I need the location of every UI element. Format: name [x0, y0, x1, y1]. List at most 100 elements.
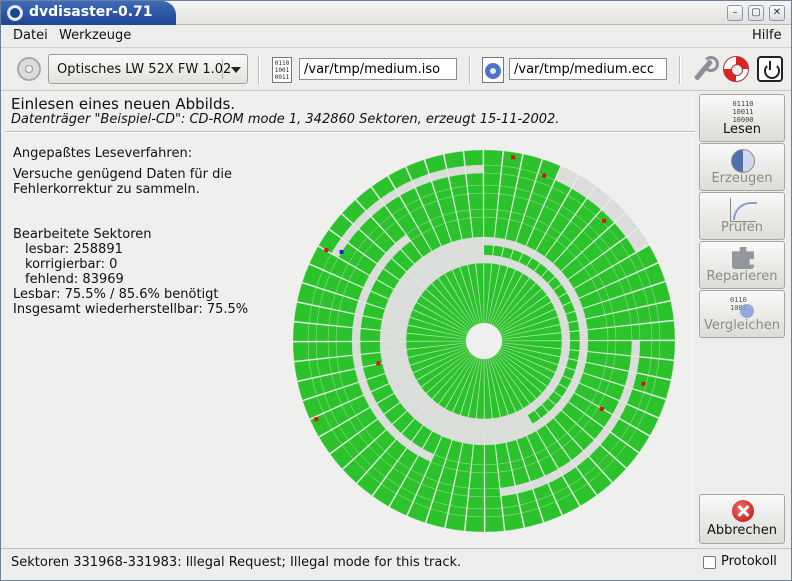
unread-sector [379, 341, 389, 353]
unread-sector [388, 350, 401, 362]
read-sector [483, 149, 503, 167]
read-sector [327, 325, 337, 342]
unread-sector [397, 341, 407, 351]
toolbar-separator [679, 56, 681, 84]
read-sector [658, 320, 676, 340]
read-sector [466, 172, 484, 187]
abort-button[interactable]: Abbrechen [699, 494, 785, 544]
unread-sector [380, 319, 391, 332]
read-sector [638, 323, 653, 341]
unread-sector [483, 236, 495, 246]
error-sector-marker [324, 248, 329, 252]
toolbar-separator [258, 56, 260, 84]
read-sector [444, 151, 465, 170]
read-sector [612, 310, 632, 327]
yin-yang-icon [731, 149, 755, 173]
read-sector [483, 164, 502, 174]
puzzle-icon [732, 247, 754, 269]
image-path-input[interactable] [299, 58, 457, 80]
ecc-path-input[interactable] [509, 58, 667, 80]
medium-info: Datenträger "Beispiel-CD": CD-ROM mode 1… [11, 112, 560, 127]
compare-button-label: Vergleichen [703, 318, 781, 333]
read-sector [650, 322, 661, 340]
read-sector [483, 244, 494, 256]
read-sector [470, 208, 484, 218]
read-sector [484, 444, 498, 466]
read-sector [607, 327, 617, 341]
power-icon[interactable] [757, 56, 783, 82]
stat-readable: lesbar: 258891 [25, 242, 123, 257]
compare-icon: 0110 1001 [730, 296, 756, 320]
minimize-button[interactable]: – [727, 5, 743, 21]
unread-sector [472, 236, 484, 246]
maximize-button[interactable]: ▢ [748, 5, 764, 21]
drive-select[interactable]: Optisches LW 52X FW 1.02 [48, 54, 248, 84]
ecc-file-icon[interactable] [482, 57, 504, 83]
unread-sector [484, 418, 494, 428]
read-sector [293, 302, 312, 323]
unread-sector [465, 255, 476, 265]
binary-icon: 01110 10011 10000 [732, 100, 754, 124]
stat-readable-percent: Lesbar: 75.5% / 85.6% benötigt [13, 287, 219, 302]
error-sector-marker [602, 218, 607, 223]
unread-sector [388, 321, 400, 333]
unread-sector [462, 434, 475, 445]
title-tab: dvdisaster-0.71 [1, 1, 176, 25]
read-sector [454, 470, 471, 489]
title-bar[interactable]: dvdisaster-0.71 – ▢ ✕ [1, 1, 791, 25]
read-sector [658, 340, 676, 360]
error-sector-marker [314, 417, 319, 422]
lifebuoy-icon[interactable] [723, 56, 749, 82]
method-description-1: Versuche genügend Daten für die [13, 167, 232, 182]
read-sector [615, 325, 633, 341]
cd-icon [17, 57, 41, 81]
read-sector [467, 184, 484, 194]
disc-spiral-visualization [292, 149, 676, 533]
unread-sector [560, 348, 570, 359]
read-sector [485, 507, 503, 518]
abort-icon [732, 500, 754, 522]
read-sector [503, 512, 524, 531]
read-sector [484, 495, 502, 510]
menu-datei[interactable]: Datei [13, 28, 48, 43]
disc-center-hole [468, 325, 500, 357]
unread-sector [561, 340, 571, 350]
unread-sector [387, 331, 399, 342]
unread-sector [579, 340, 589, 352]
header-divider [5, 131, 695, 133]
menu-hilfe[interactable]: Hilfe [752, 28, 782, 43]
read-sector [483, 184, 500, 194]
menu-werkzeuge[interactable]: Werkzeuge [59, 28, 131, 43]
unread-sector [398, 349, 408, 360]
wrench-icon[interactable] [690, 56, 719, 82]
verify-button[interactable]: Prüfen [699, 192, 785, 240]
error-sector-marker [542, 173, 547, 178]
unread-sector [464, 425, 476, 437]
binary-file-icon[interactable]: 0110 1001 0011 [272, 57, 292, 83]
repair-button-label: Reparieren [706, 269, 778, 284]
create-button[interactable]: Erzeugen [699, 143, 785, 191]
status-message: Sektoren 331968-331983: Illegal Request;… [11, 555, 462, 570]
read-sector [639, 340, 653, 358]
error-sector-marker [641, 381, 646, 386]
error-sector-marker [599, 407, 604, 411]
read-button[interactable]: 01110 10011 10000 Lesen [699, 94, 785, 142]
dvdisaster-app-icon[interactable] [7, 5, 23, 21]
current-position-marker [339, 249, 344, 254]
unread-sector [560, 322, 570, 333]
read-sector [469, 472, 485, 490]
window-title: dvdisaster-0.71 [29, 4, 153, 20]
read-sector [335, 326, 353, 342]
read-sector [471, 444, 485, 466]
unread-sector [561, 331, 571, 341]
unread-sector [474, 254, 484, 264]
read-sector [292, 342, 310, 362]
read-sector [615, 340, 633, 356]
compare-button[interactable]: 0110 1001 Vergleichen [699, 290, 785, 338]
read-sector [307, 323, 317, 342]
log-checkbox[interactable] [703, 556, 716, 569]
toolbar: Optisches LW 52X FW 1.02 0110 1001 0011 [1, 47, 791, 91]
read-sector [492, 245, 504, 257]
repair-button[interactable]: Reparieren [699, 241, 785, 289]
close-button[interactable]: ✕ [769, 5, 785, 21]
